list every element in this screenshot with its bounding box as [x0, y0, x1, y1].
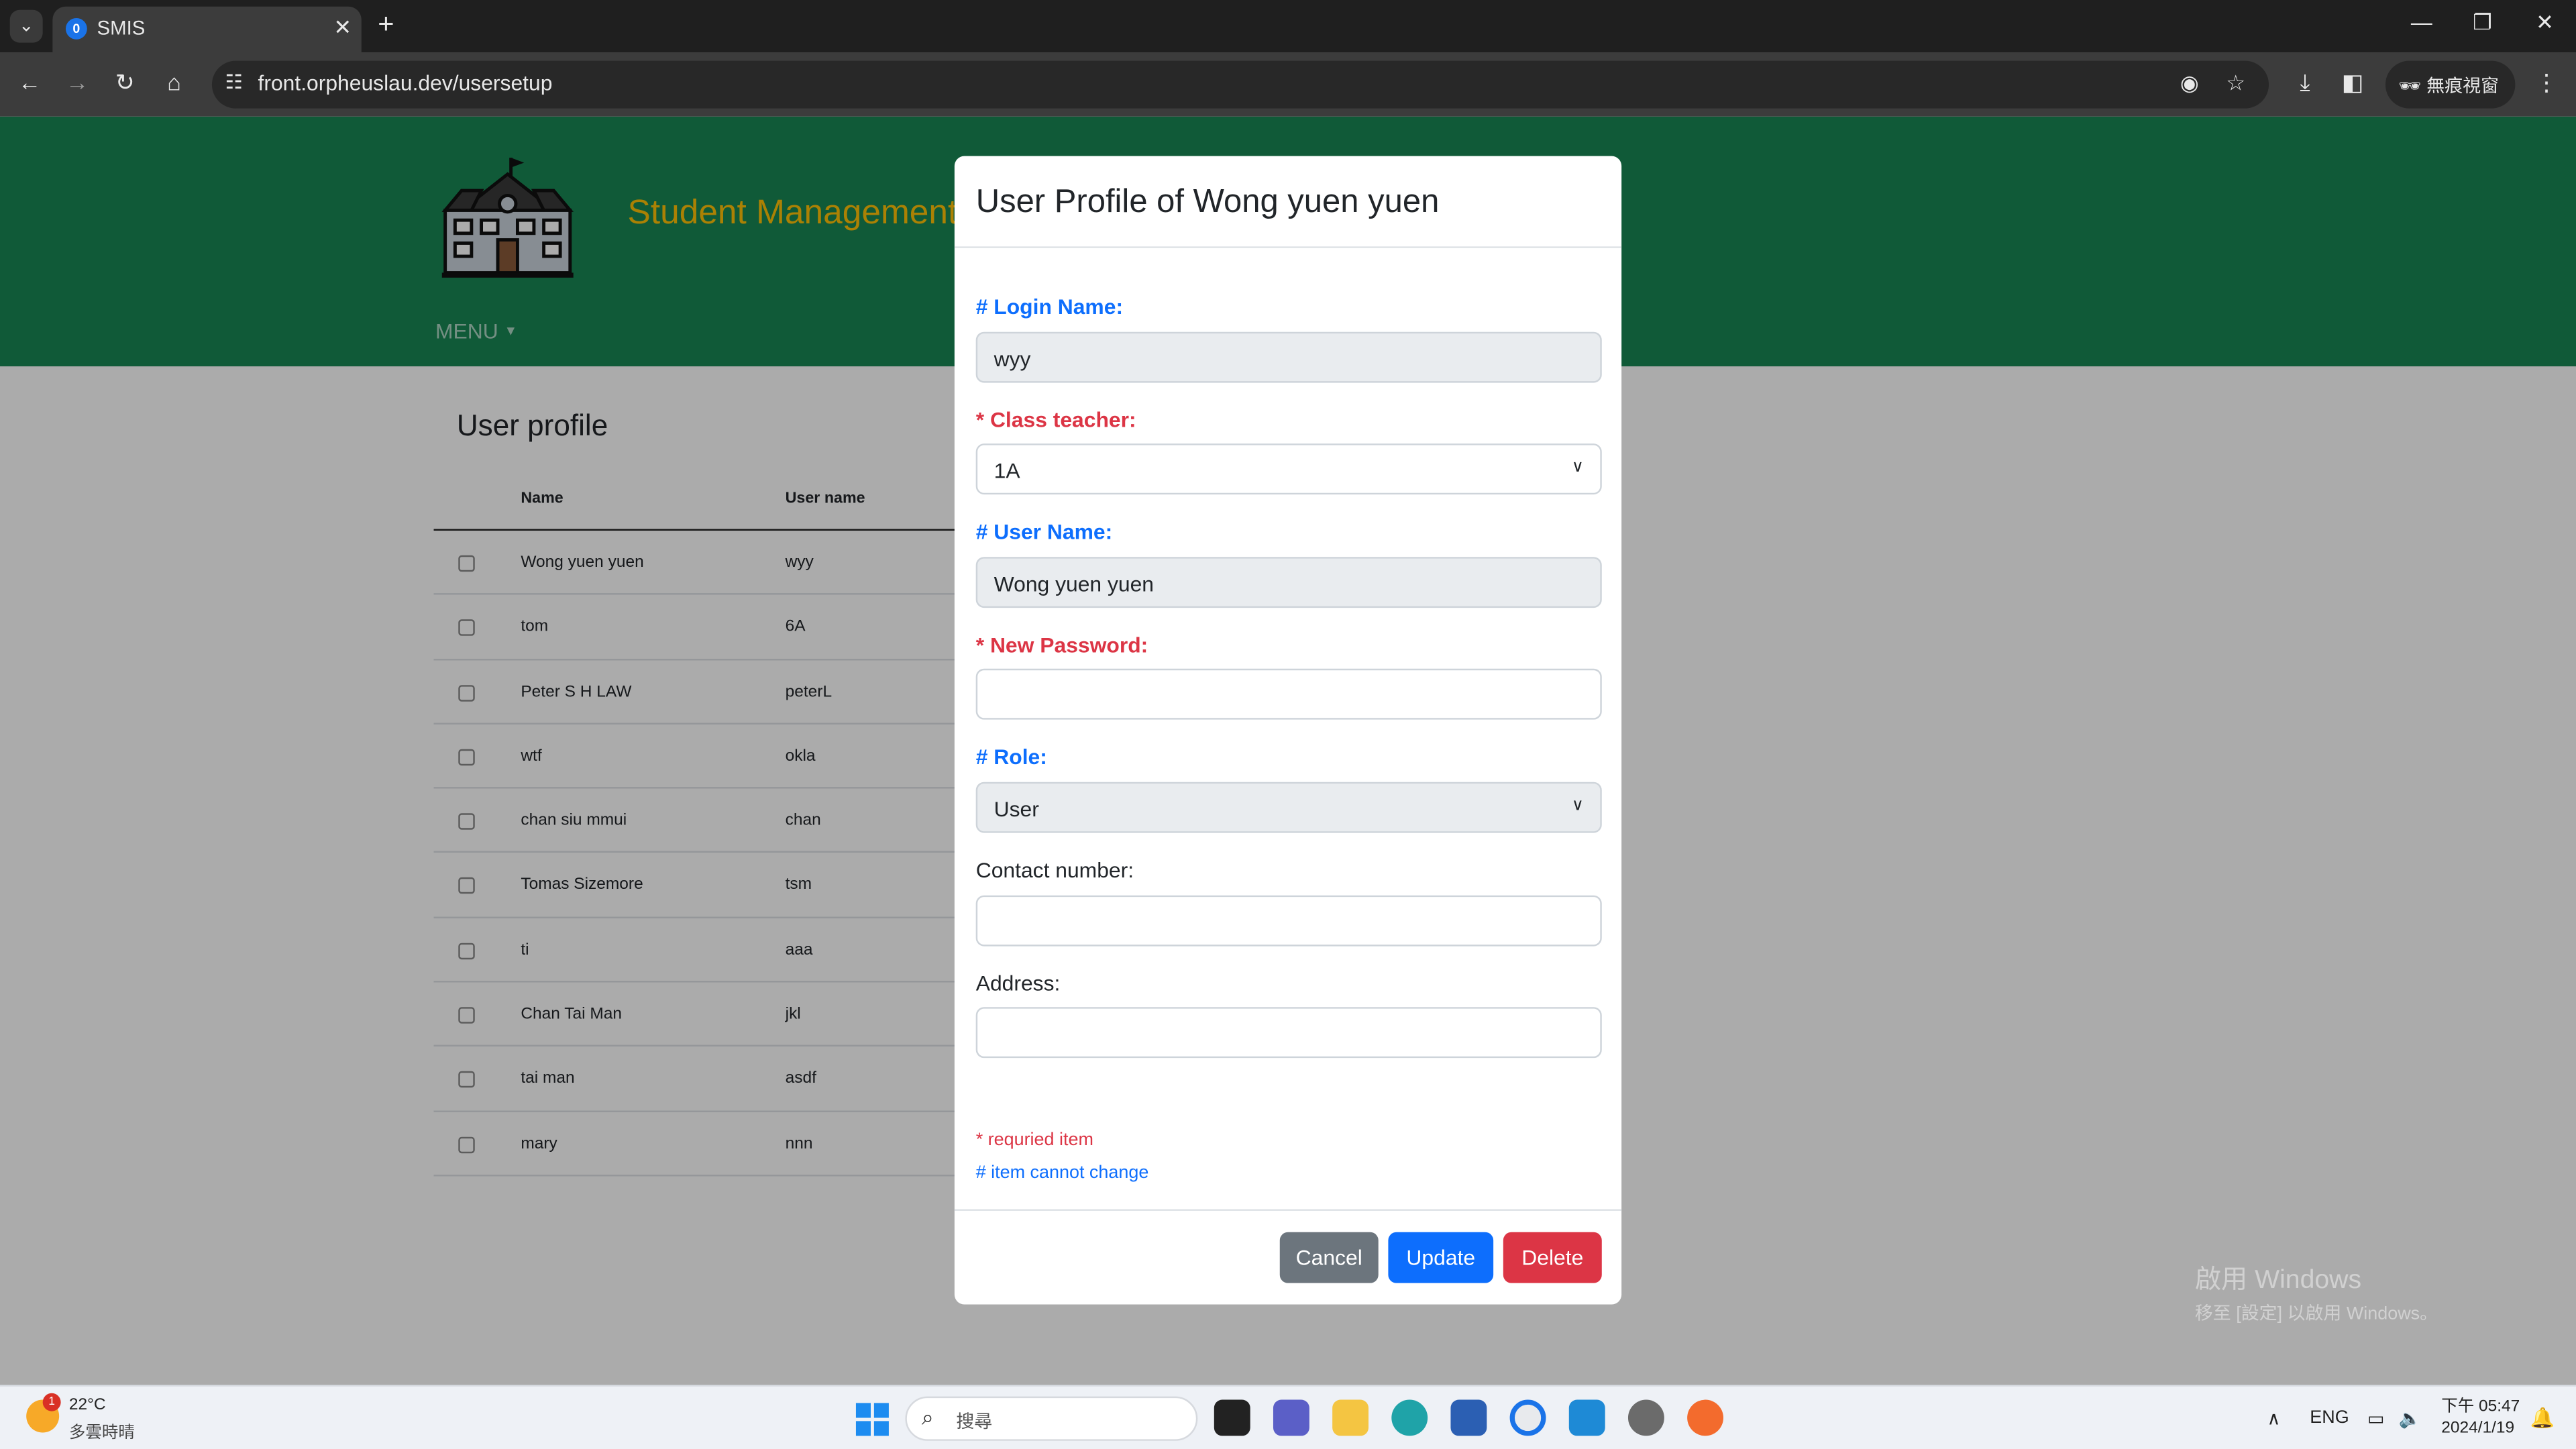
new-tab-icon[interactable]: + — [378, 8, 394, 41]
role-value: User — [994, 796, 1039, 822]
new-password-label: * New Password: — [975, 632, 1148, 657]
bookmark-star-icon[interactable]: ☆ — [2226, 70, 2245, 97]
site-info-icon[interactable]: ☷ — [225, 70, 243, 93]
search-placeholder: 搜尋 — [956, 1413, 993, 1433]
task-view-icon[interactable] — [1214, 1399, 1250, 1436]
reload-icon[interactable]: ↻ — [110, 69, 140, 97]
weather-desc[interactable]: 多雲時晴 — [69, 1417, 135, 1442]
modal-footer-divider — [954, 1209, 1622, 1211]
ms-store-icon[interactable] — [1450, 1399, 1487, 1436]
network-icon[interactable]: ▭ — [2367, 1408, 2384, 1429]
vscode-icon[interactable] — [1568, 1399, 1605, 1436]
incognito-icon: 🕶 — [2398, 77, 2422, 97]
weather-badge: 1 — [42, 1393, 61, 1411]
forward-icon[interactable]: → — [62, 69, 92, 95]
tray-overflow-icon[interactable]: ∧ — [2267, 1408, 2281, 1429]
language-indicator[interactable]: ENG — [2310, 1408, 2349, 1428]
tab-title: SMIS — [97, 16, 146, 40]
contact-number-label: Contact number: — [975, 857, 1134, 883]
update-button[interactable]: Update — [1388, 1232, 1494, 1283]
role-select: User ∨ — [975, 782, 1602, 833]
role-label: # Role: — [975, 744, 1047, 769]
download-icon[interactable]: ⤓ — [2290, 69, 2320, 97]
search-icon: ⌕ — [921, 1404, 934, 1430]
address-label: Address: — [975, 971, 1061, 996]
no-change-note: # item cannot change — [975, 1163, 1149, 1183]
incognito-badge[interactable]: 🕶 無痕視窗 — [2385, 60, 2516, 109]
user-profile-modal: User Profile of Wong yuen yuen # Login N… — [954, 156, 1622, 1305]
class-teacher-select[interactable]: 1A ∨ — [975, 443, 1602, 495]
chrome-icon[interactable] — [1509, 1399, 1546, 1436]
tab-close-icon[interactable]: ✕ — [333, 15, 352, 41]
browser-tab[interactable]: 0 SMIS ✕ — [52, 6, 362, 53]
address-input[interactable] — [975, 1007, 1602, 1059]
weather-temp[interactable]: 22°C — [69, 1397, 106, 1415]
incognito-label: 無痕視窗 — [2426, 77, 2500, 97]
user-name-label: # User Name: — [975, 519, 1113, 544]
cancel-button[interactable]: Cancel — [1279, 1232, 1379, 1283]
watermark-line2: 移至 [設定] 以啟用 Windows。 — [2194, 1304, 2438, 1324]
taskbar-clock[interactable]: 下午 05:47 2024/1/19 — [2441, 1397, 2520, 1440]
windows-start-icon[interactable] — [855, 1403, 889, 1436]
restore-icon[interactable]: ❐ — [2466, 10, 2499, 36]
browser-toolbar: ← → ↻ ⌂ ☷ front.orpheuslau.dev/usersetup… — [0, 52, 2576, 117]
tab-search-icon[interactable]: ⌄ — [9, 9, 43, 43]
windows-taskbar: 1 22°C 多雲時晴 ⌕ 搜尋 ∧ ENG ▭ 🔈 下午 05:47 2024… — [0, 1385, 2576, 1449]
clock-time: 下午 05:47 — [2441, 1398, 2520, 1417]
volume-icon[interactable]: 🔈 — [2399, 1408, 2422, 1429]
chevron-down-icon: ∨ — [1571, 796, 1584, 815]
class-teacher-label: * Class teacher: — [975, 407, 1136, 433]
browser-menu-icon[interactable]: ⋮ — [2532, 69, 2561, 97]
login-name-label: # Login Name: — [975, 294, 1124, 319]
new-password-input[interactable] — [975, 668, 1602, 720]
search-tool-icon[interactable] — [1627, 1399, 1664, 1436]
file-explorer-icon[interactable] — [1332, 1399, 1369, 1436]
delete-button[interactable]: Delete — [1503, 1232, 1602, 1283]
edge-icon[interactable] — [1391, 1399, 1428, 1436]
required-note: * requried item — [975, 1130, 1093, 1150]
class-teacher-value: 1A — [994, 458, 1020, 484]
windows-activation-watermark: 啟用 Windows 移至 [設定] 以啟用 Windows。 — [2195, 1256, 2438, 1326]
home-icon[interactable]: ⌂ — [160, 69, 189, 95]
page: Student Management MENU ▼ User profile N… — [0, 116, 2576, 1385]
taskbar-search[interactable]: ⌕ 搜尋 — [905, 1396, 1198, 1441]
user-name-field: Wong yuen yuen — [975, 557, 1602, 608]
clock-date: 2024/1/19 — [2441, 1419, 2515, 1438]
address-bar[interactable]: ☷ front.orpheuslau.dev/usersetup ◉ ☆ — [211, 60, 2269, 109]
minimize-icon[interactable]: — — [2405, 10, 2438, 35]
watermark-line1: 啟用 Windows — [2194, 1267, 2362, 1295]
browser-tabbar: ⌄ 0 SMIS ✕ + — ❐ ✕ — [0, 0, 2576, 53]
teams-chat-icon[interactable] — [1273, 1399, 1309, 1436]
eye-icon[interactable]: ◉ — [2180, 70, 2199, 97]
chevron-down-icon: ∨ — [1571, 458, 1584, 477]
side-panel-icon[interactable]: ◧ — [2338, 69, 2367, 97]
modal-header-divider — [954, 246, 1622, 248]
login-name-field: wyy — [975, 331, 1602, 383]
favicon-icon: 0 — [65, 17, 87, 40]
window-close-icon[interactable]: ✕ — [2528, 10, 2561, 36]
modal-title: User Profile of Wong yuen yuen — [975, 184, 1440, 221]
postman-icon[interactable] — [1687, 1399, 1724, 1436]
url-text[interactable]: front.orpheuslau.dev/usersetup — [258, 70, 552, 95]
contact-number-input[interactable] — [975, 895, 1602, 947]
back-icon[interactable]: ← — [15, 69, 44, 95]
notification-bell-icon[interactable]: 🔔 — [2530, 1406, 2555, 1429]
